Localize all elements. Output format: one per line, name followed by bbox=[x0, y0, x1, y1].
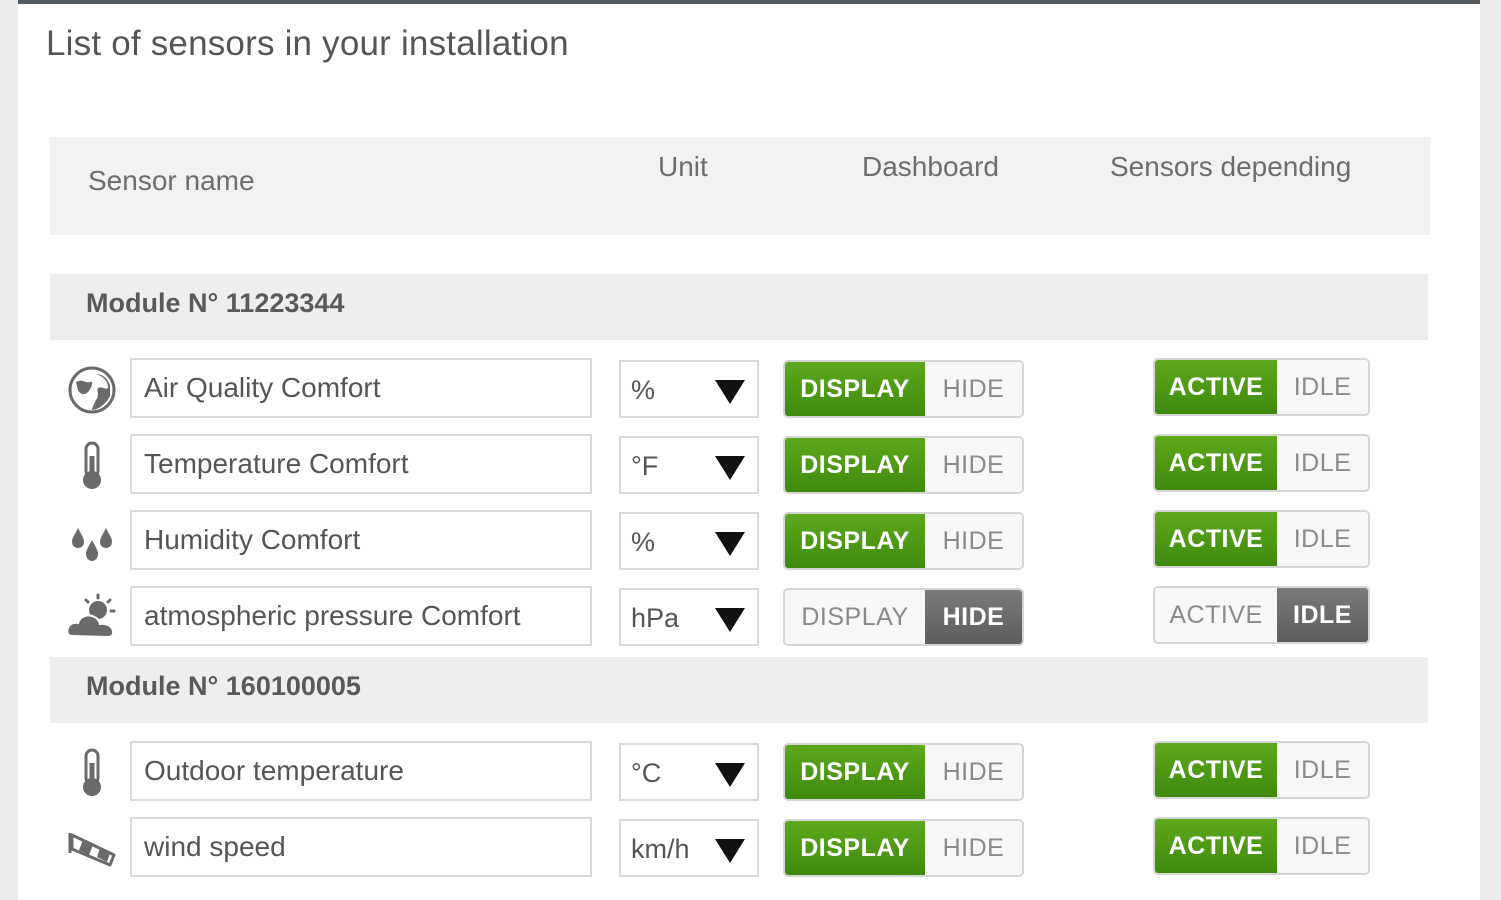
dashboard-toggle: DISPLAY HIDE bbox=[783, 360, 1024, 418]
active-button[interactable]: ACTIVE bbox=[1155, 819, 1277, 873]
header-sensors-depending: Sensors depending bbox=[1110, 151, 1352, 182]
sensor-state-toggle: ACTIVE IDLE bbox=[1153, 586, 1370, 644]
hide-button[interactable]: HIDE bbox=[925, 590, 1022, 644]
module-label: Module N° 11223344 bbox=[86, 288, 345, 318]
idle-button[interactable]: IDLE bbox=[1277, 588, 1368, 642]
idle-button[interactable]: IDLE bbox=[1277, 819, 1368, 873]
unit-select[interactable]: °C bbox=[619, 743, 759, 801]
dropdown-arrow-icon bbox=[715, 839, 745, 863]
header-dashboard: Dashboard bbox=[862, 151, 999, 182]
active-button[interactable]: ACTIVE bbox=[1155, 743, 1277, 797]
sensor-state-toggle: ACTIVE IDLE bbox=[1153, 741, 1370, 799]
water-drops-icon bbox=[72, 528, 112, 561]
display-button[interactable]: DISPLAY bbox=[785, 821, 925, 875]
sensor-state-toggle: ACTIVE IDLE bbox=[1153, 358, 1370, 416]
sensor-state-toggle: ACTIVE IDLE bbox=[1153, 434, 1370, 492]
hide-button[interactable]: HIDE bbox=[925, 514, 1022, 568]
sensor-state-toggle: ACTIVE IDLE bbox=[1153, 817, 1370, 875]
hide-button[interactable]: HIDE bbox=[925, 438, 1022, 492]
idle-button[interactable]: IDLE bbox=[1277, 743, 1368, 797]
header-sensor-name: Sensor name bbox=[88, 165, 255, 196]
idle-button[interactable]: IDLE bbox=[1277, 436, 1368, 490]
dropdown-arrow-icon bbox=[715, 380, 745, 404]
sensor-name-input[interactable] bbox=[130, 586, 592, 646]
display-button[interactable]: DISPLAY bbox=[785, 514, 925, 568]
unit-select[interactable]: % bbox=[619, 512, 759, 570]
dropdown-arrow-icon bbox=[715, 456, 745, 480]
module-header: Module N° 160100005 bbox=[50, 657, 1428, 723]
dashboard-toggle: DISPLAY HIDE bbox=[783, 743, 1024, 801]
idle-button[interactable]: IDLE bbox=[1277, 512, 1368, 566]
sensor-name-input[interactable] bbox=[130, 358, 592, 418]
sensor-name-input[interactable] bbox=[130, 741, 592, 801]
dropdown-arrow-icon bbox=[715, 763, 745, 787]
active-button[interactable]: ACTIVE bbox=[1155, 512, 1277, 566]
header-unit: Unit bbox=[658, 151, 708, 182]
unit-value: °F bbox=[631, 451, 659, 481]
unit-value: % bbox=[631, 375, 656, 405]
idle-button[interactable]: IDLE bbox=[1277, 360, 1368, 414]
display-button[interactable]: DISPLAY bbox=[785, 590, 925, 644]
sensor-row: % DISPLAY HIDE ACTIVE IDLE bbox=[18, 358, 1478, 420]
active-button[interactable]: ACTIVE bbox=[1155, 436, 1277, 490]
sensor-name-input[interactable] bbox=[130, 510, 592, 570]
globe-icon bbox=[68, 366, 116, 414]
page-title: List of sensors in your installation bbox=[46, 24, 569, 63]
sensor-row: % DISPLAY HIDE ACTIVE IDLE bbox=[18, 510, 1478, 572]
display-button[interactable]: DISPLAY bbox=[785, 438, 925, 492]
sensor-name-input[interactable] bbox=[130, 817, 592, 877]
active-button[interactable]: ACTIVE bbox=[1155, 360, 1277, 414]
sensor-row: hPa DISPLAY HIDE ACTIVE IDLE bbox=[18, 586, 1478, 648]
sensor-row: °F DISPLAY HIDE ACTIVE IDLE bbox=[18, 434, 1478, 496]
unit-value: km/h bbox=[631, 834, 690, 864]
active-button[interactable]: ACTIVE bbox=[1155, 588, 1277, 642]
windsock-icon bbox=[68, 833, 116, 867]
display-button[interactable]: DISPLAY bbox=[785, 362, 925, 416]
unit-select[interactable]: °F bbox=[619, 436, 759, 494]
unit-select[interactable]: hPa bbox=[619, 588, 759, 646]
thermometer-icon bbox=[83, 441, 101, 489]
sensor-state-toggle: ACTIVE IDLE bbox=[1153, 510, 1370, 568]
hide-button[interactable]: HIDE bbox=[925, 745, 1022, 799]
dashboard-toggle: DISPLAY HIDE bbox=[783, 819, 1024, 877]
unit-select[interactable]: % bbox=[619, 360, 759, 418]
dropdown-arrow-icon bbox=[715, 532, 745, 556]
dashboard-toggle: DISPLAY HIDE bbox=[783, 588, 1024, 646]
unit-value: hPa bbox=[631, 603, 680, 633]
hide-button[interactable]: HIDE bbox=[925, 821, 1022, 875]
cloud-sun-icon bbox=[66, 593, 116, 639]
hide-button[interactable]: HIDE bbox=[925, 362, 1022, 416]
sensor-name-input[interactable] bbox=[130, 434, 592, 494]
display-button[interactable]: DISPLAY bbox=[785, 745, 925, 799]
unit-value: °C bbox=[631, 758, 662, 788]
sensors-panel: List of sensors in your installation Sen… bbox=[18, 0, 1480, 900]
dashboard-toggle: DISPLAY HIDE bbox=[783, 436, 1024, 494]
table-header: Sensor name Unit Dashboard Sensors depen… bbox=[50, 137, 1430, 235]
sensor-row: °C DISPLAY HIDE ACTIVE IDLE bbox=[18, 741, 1478, 803]
sensor-row: km/h DISPLAY HIDE ACTIVE IDLE bbox=[18, 817, 1478, 879]
dashboard-toggle: DISPLAY HIDE bbox=[783, 512, 1024, 570]
module-label: Module N° 160100005 bbox=[86, 671, 361, 701]
thermometer-icon bbox=[83, 748, 101, 796]
dropdown-arrow-icon bbox=[715, 608, 745, 632]
unit-select[interactable]: km/h bbox=[619, 819, 759, 877]
unit-value: % bbox=[631, 527, 656, 557]
module-header: Module N° 11223344 bbox=[50, 274, 1428, 340]
